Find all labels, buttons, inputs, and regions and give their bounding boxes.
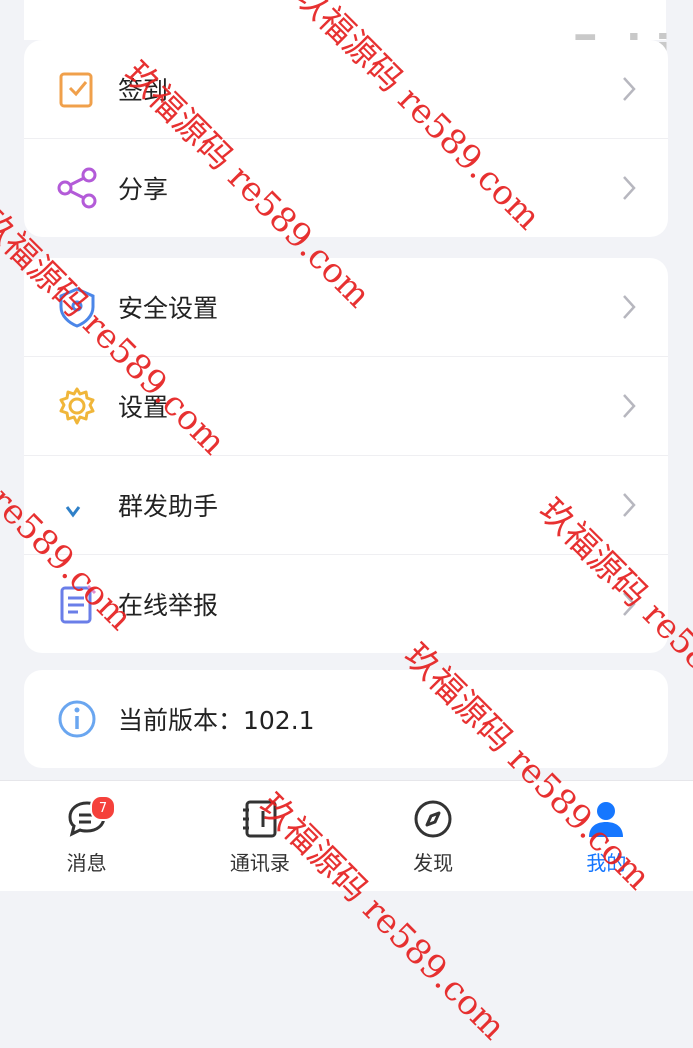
chevron-right-icon bbox=[614, 293, 644, 321]
bottom-tab-bar: 7 消息 通讯录 发现 我的 bbox=[0, 780, 693, 891]
chevron-right-icon bbox=[614, 174, 644, 202]
tab-profile[interactable]: 我的 bbox=[520, 781, 693, 891]
chevron-right-icon bbox=[614, 491, 644, 519]
report-icon bbox=[54, 581, 100, 627]
chevron-right-icon bbox=[614, 75, 644, 103]
menu-item-checkin[interactable]: 签到 bbox=[24, 40, 668, 139]
compass-icon bbox=[414, 800, 452, 838]
menu-item-broadcast[interactable]: 群发助手 bbox=[24, 456, 668, 555]
tab-label: 消息 bbox=[66, 851, 107, 875]
share-icon bbox=[54, 165, 100, 211]
info-icon bbox=[54, 696, 100, 742]
chevron-right-icon bbox=[614, 392, 644, 420]
tab-discover[interactable]: 发现 bbox=[347, 781, 520, 891]
unread-badge: 7 bbox=[90, 795, 116, 821]
version-row[interactable]: 当前版本：102.1 bbox=[24, 670, 668, 768]
chevron-right-icon bbox=[614, 590, 644, 618]
menu-item-report[interactable]: 在线举报 bbox=[24, 555, 668, 653]
broadcast-icon bbox=[54, 482, 100, 528]
tab-contacts[interactable]: 通讯录 bbox=[173, 781, 346, 891]
contacts-icon bbox=[242, 800, 277, 838]
checkin-icon bbox=[54, 66, 100, 112]
menu-item-security[interactable]: 安全设置 bbox=[24, 258, 668, 357]
menu-item-settings[interactable]: 设置 bbox=[24, 357, 668, 456]
tab-label: 发现 bbox=[413, 851, 454, 875]
profile-header bbox=[24, 0, 666, 40]
shield-icon bbox=[54, 284, 100, 330]
menu-item-label: 分享 bbox=[118, 175, 169, 204]
menu-item-label: 群发助手 bbox=[118, 492, 219, 521]
menu-item-label: 安全设置 bbox=[118, 294, 219, 323]
menu-card-primary: 签到 分享 bbox=[24, 40, 668, 237]
version-label: 当前版本：102.1 bbox=[118, 706, 315, 735]
menu-item-share[interactable]: 分享 bbox=[24, 139, 668, 237]
profile-icon bbox=[589, 802, 624, 837]
version-card: 当前版本：102.1 bbox=[24, 670, 668, 768]
tab-label: 通讯录 bbox=[229, 851, 290, 875]
menu-item-label: 签到 bbox=[118, 76, 169, 105]
tab-label: 我的 bbox=[586, 851, 627, 875]
gear-icon bbox=[54, 383, 100, 429]
menu-item-label: 设置 bbox=[118, 393, 169, 422]
tab-messages[interactable]: 7 消息 bbox=[0, 781, 173, 891]
menu-card-settings: 安全设置 设置 群发助手 在线举报 bbox=[24, 258, 668, 653]
menu-item-label: 在线举报 bbox=[118, 591, 219, 620]
